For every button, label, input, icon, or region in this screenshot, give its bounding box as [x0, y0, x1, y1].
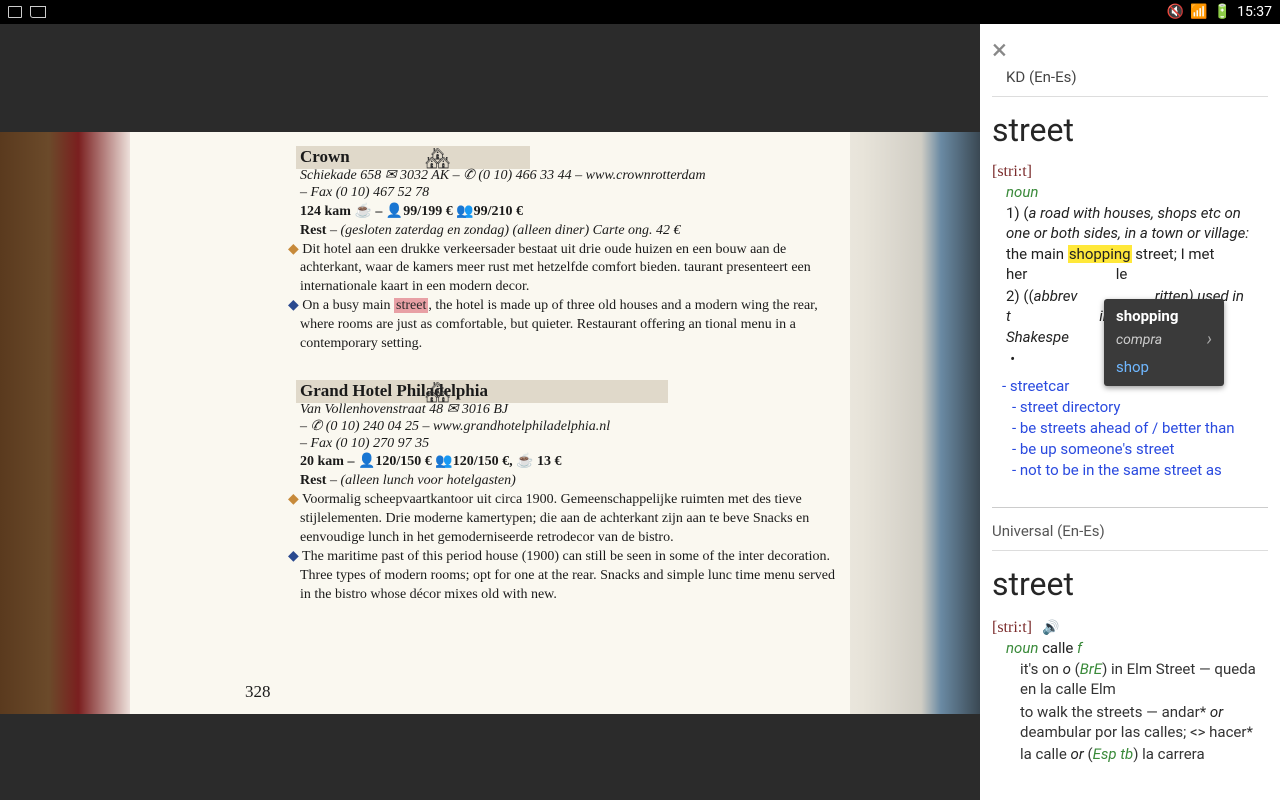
- battery-icon: 🔋: [1214, 4, 1231, 20]
- ipa-transcription-2: [stri:t]: [992, 619, 1032, 636]
- hotel-room-info: 124 kam ☕ – 👤99/199 € 👥99/210 €: [300, 203, 836, 222]
- dictionary-source[interactable]: KD (En-Es): [992, 66, 1268, 97]
- sense-1: 1) (a road with houses, shops etc on one…: [1006, 203, 1268, 284]
- example-2a: it's on o (BrE) in Elm Street — queda en…: [1020, 659, 1268, 700]
- page-number: 328: [245, 681, 271, 704]
- tooltip-headword: shopping: [1116, 307, 1212, 325]
- ocr-highlighted-word[interactable]: street: [394, 298, 428, 313]
- hotel-name: Crown: [296, 146, 530, 169]
- ipa-transcription: [stri:t]: [992, 163, 1268, 181]
- hotel-room-info: 20 kam – 👤120/150 € 👥120/150 €, ☕ 13 €: [300, 453, 836, 472]
- hotel-name: Grand Hotel Philadelphia: [296, 380, 668, 403]
- dictionary-panel: × KD (En-Es) street [stri:t] noun 1) (a …: [980, 24, 1280, 800]
- main-area: 🏘 Crown Schiekade 658 ✉ 3032 AK – ✆ (0 1…: [0, 24, 1280, 800]
- xref-link[interactable]: - be streets ahead of / better than: [1012, 419, 1268, 437]
- image-notification-icon: [8, 6, 22, 18]
- xref-link[interactable]: - not to be in the same street as: [1012, 461, 1268, 479]
- cast-icon: [30, 6, 46, 18]
- wifi-icon: 📶: [1190, 4, 1207, 20]
- hotel-desc-nl: ◆ Voormalig scheepvaartkantoor uit circa…: [300, 491, 836, 548]
- highlighted-lookup-word[interactable]: shopping: [1068, 245, 1132, 263]
- book-photo: 🏘 Crown Schiekade 658 ✉ 3032 AK – ✆ (0 1…: [0, 132, 980, 714]
- part-of-speech: noun: [1006, 183, 1268, 201]
- android-status-bar: 🔇 📶 🔋 15:37: [0, 0, 1280, 24]
- hotel-restaurant: Rest – (alleen lunch voor hotelgasten): [300, 472, 836, 491]
- headword: street: [992, 111, 1268, 149]
- xref-link[interactable]: - be up someone's street: [1012, 440, 1268, 458]
- speaker-icon[interactable]: 🔊: [1042, 620, 1059, 636]
- hotel-icon: 🏘: [425, 146, 450, 173]
- example-2c: la calle or (Esp tb) la carrera: [1020, 744, 1268, 764]
- chevron-right-icon[interactable]: ›: [1207, 329, 1212, 350]
- guidebook-entry: 🏘 Crown Schiekade 658 ✉ 3032 AK – ✆ (0 1…: [300, 146, 836, 354]
- hotel-desc-en: ◆ On a busy main street, the hotel is ma…: [300, 297, 836, 354]
- camera-view[interactable]: 🏘 Crown Schiekade 658 ✉ 3032 AK – ✆ (0 1…: [0, 24, 980, 800]
- xref-link[interactable]: - street directory: [1012, 398, 1268, 416]
- status-right-icons: 🔇 📶 🔋 15:37: [1167, 4, 1272, 20]
- mute-icon: 🔇: [1167, 4, 1184, 20]
- hotel-fax: – Fax (0 10) 467 52 78: [300, 184, 836, 203]
- hotel-icon: 🏘: [425, 380, 450, 407]
- ipa-row: [stri:t] 🔊: [992, 617, 1268, 637]
- tooltip-translation[interactable]: compra ›: [1116, 329, 1212, 350]
- translation-line: noun calle f: [1006, 639, 1268, 657]
- headword-2: street: [992, 565, 1268, 603]
- camera-top-bar: [0, 24, 980, 132]
- example-2b: to walk the streets — andar* or deambula…: [1020, 702, 1268, 743]
- clock: 15:37: [1237, 4, 1272, 20]
- hotel-desc-en: ◆ The maritime past of this period house…: [300, 548, 836, 605]
- status-left-icons: [8, 6, 46, 18]
- lookup-tooltip[interactable]: shopping compra › shop: [1104, 299, 1224, 386]
- cross-reference-list: - streetcar - street directory - be stre…: [1002, 377, 1268, 479]
- hotel-restaurant: Rest – (gesloten zaterdag en zondag) (al…: [300, 222, 836, 241]
- dictionary-source-2[interactable]: Universal (En-Es): [992, 507, 1268, 551]
- hotel-desc-nl: ◆ Dit hotel aan een drukke verkeersader …: [300, 241, 836, 298]
- close-icon[interactable]: ×: [992, 36, 1007, 64]
- book-page: 🏘 Crown Schiekade 658 ✉ 3032 AK – ✆ (0 1…: [130, 132, 850, 714]
- tooltip-related-link[interactable]: shop: [1116, 358, 1212, 376]
- guidebook-entry: 🏘 Grand Hotel Philadelphia Van Vollenhov…: [300, 380, 836, 605]
- hotel-fax: – Fax (0 10) 270 97 35: [300, 435, 836, 454]
- camera-bottom-bar: [0, 714, 980, 800]
